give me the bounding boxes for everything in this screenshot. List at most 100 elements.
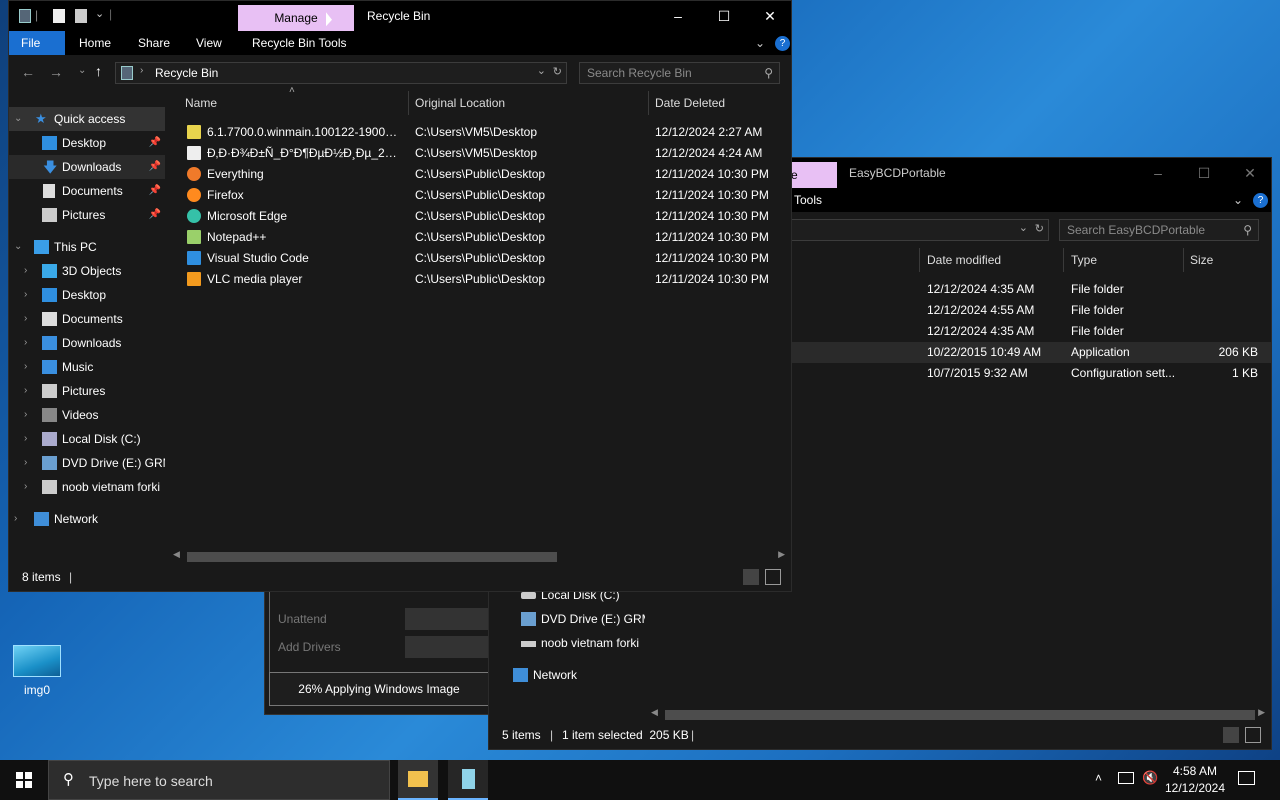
table-row[interactable]: 6.1.7700.0.winmain.100122-1900_a... C:\Us…	[167, 122, 791, 143]
volume-muted-icon[interactable]: 🔇	[1142, 770, 1158, 786]
table-row[interactable]: Microsoft Edge C:\Users\Public\Desktop 12/…	[167, 206, 791, 227]
nav-network[interactable]: Network	[489, 663, 645, 687]
pin-icon[interactable]: 📌	[149, 179, 161, 203]
up-arrow-icon[interactable]: ↑	[95, 63, 102, 79]
pin-icon[interactable]: 📌	[149, 155, 161, 179]
nav-pictures[interactable]: › Pictures	[9, 379, 165, 403]
large-icons-view-icon[interactable]	[765, 569, 781, 585]
pin-icon[interactable]: 📌	[149, 203, 161, 227]
minimize-button[interactable]: –	[655, 1, 701, 31]
nav-this-pc[interactable]: ⌄ This PC	[9, 235, 165, 259]
table-row[interactable]: Firefox C:\Users\Public\Desktop 12/11/2024…	[167, 185, 791, 206]
show-hidden-icons-icon[interactable]: ˄	[1095, 771, 1102, 785]
start-button[interactable]	[0, 760, 48, 800]
scroll-thumb[interactable]	[187, 552, 557, 562]
notifications-icon[interactable]	[1238, 771, 1255, 785]
nav-dvd-drive[interactable]: › DVD Drive (E:) GRM	[9, 451, 165, 475]
chevron-down-icon[interactable]: ⌄	[14, 235, 26, 259]
table-row[interactable]: VLC media player C:\Users\Public\Desktop 1…	[167, 269, 791, 290]
maximize-button[interactable]: ☐	[701, 1, 747, 31]
chevron-right-icon[interactable]: ›	[24, 307, 36, 331]
chevron-down-icon[interactable]: ⌄	[95, 7, 104, 20]
chevron-down-icon[interactable]: ⌄	[755, 31, 765, 55]
minimize-button[interactable]: –	[1135, 158, 1181, 188]
details-view-icon[interactable]	[1223, 727, 1239, 743]
taskbar-notepad[interactable]	[448, 760, 488, 800]
network-status-icon[interactable]	[1118, 772, 1134, 784]
tab-home[interactable]: Home	[79, 31, 111, 55]
column-size[interactable]: Size	[1190, 248, 1213, 272]
nav-qa-desktop[interactable]: Desktop 📌	[9, 131, 165, 155]
tab-share[interactable]: Share	[138, 31, 170, 55]
breadcrumb-chevron-icon[interactable]: ›	[140, 65, 143, 76]
column-original-location[interactable]: Original Location	[415, 91, 505, 115]
column-type[interactable]: Type	[1071, 248, 1097, 272]
chevron-right-icon[interactable]: ›	[24, 283, 36, 307]
close-button[interactable]: ✕	[1227, 158, 1271, 188]
tab-recycle-bin-tools[interactable]: Recycle Bin Tools	[252, 31, 347, 55]
notepad-icon[interactable]	[53, 9, 65, 23]
search-input[interactable]: Search EasyBCDPortable ⚲	[1059, 219, 1259, 241]
search-input[interactable]: Search Recycle Bin ⚲	[579, 62, 780, 84]
chevron-down-icon[interactable]: ⌄	[14, 107, 26, 131]
table-row[interactable]: Everything C:\Users\Public\Desktop 12/11/2…	[167, 164, 791, 185]
table-row[interactable]: Ð‚Ð·Ð¾Ð±Ñ_Ð°Ð¶ÐµÐ½Ð¸Ðµ_2024... C:\Users\V…	[167, 143, 791, 164]
chevron-right-icon[interactable]: ›	[14, 507, 26, 531]
nav-qa-documents[interactable]: Documents 📌	[9, 179, 165, 203]
chevron-right-icon[interactable]: ›	[24, 259, 36, 283]
refresh-icon[interactable]: ↻	[1035, 222, 1044, 235]
taskbar-search-box[interactable]: ⚲ Type here to search	[48, 760, 390, 800]
chevron-right-icon[interactable]: ›	[24, 427, 36, 451]
nav-dvd-drive[interactable]: DVD Drive (E:) GRM	[489, 607, 645, 631]
nav-videos[interactable]: › Videos	[9, 403, 165, 427]
chevron-right-icon[interactable]: ›	[24, 355, 36, 379]
nav-qa-pictures[interactable]: Pictures 📌	[9, 203, 165, 227]
nav-music[interactable]: › Music	[9, 355, 165, 379]
nav-documents[interactable]: › Documents	[9, 307, 165, 331]
pin-icon[interactable]: 📌	[149, 131, 161, 155]
chevron-down-icon[interactable]: ⌄	[537, 64, 546, 77]
unattend-field[interactable]	[405, 608, 495, 630]
chevron-right-icon[interactable]: ›	[24, 379, 36, 403]
help-icon[interactable]: ?	[1253, 193, 1268, 208]
horizontal-scrollbar[interactable]: ◀ ▶	[167, 549, 791, 563]
nav-quick-access[interactable]: ⌄ ★ Quick access	[9, 107, 165, 131]
details-view-icon[interactable]	[743, 569, 759, 585]
help-icon[interactable]: ?	[775, 36, 790, 51]
add-drivers-field[interactable]	[405, 636, 495, 658]
chevron-right-icon[interactable]: ›	[24, 331, 36, 355]
scroll-thumb[interactable]	[665, 710, 1255, 720]
properties-icon[interactable]: |	[35, 8, 38, 22]
chevron-down-icon[interactable]: ⌄	[1019, 221, 1028, 234]
nav-network-drive[interactable]: › noob vietnam forki	[9, 475, 165, 499]
recent-locations-icon[interactable]: ⌄	[78, 65, 86, 76]
table-row[interactable]: Visual Studio Code C:\Users\Public\Deskto…	[167, 248, 791, 269]
clock[interactable]: 4:58 AM 12/12/2024	[1160, 763, 1230, 797]
new-folder-icon[interactable]	[75, 9, 87, 23]
column-date-deleted[interactable]: Date Deleted	[655, 91, 725, 115]
tab-file[interactable]: File	[9, 31, 65, 55]
chevron-down-icon[interactable]: ⌄	[1233, 188, 1243, 212]
refresh-icon[interactable]: ↻	[553, 65, 562, 78]
taskbar-file-explorer[interactable]	[398, 760, 438, 800]
manage-tab[interactable]: e	[789, 162, 837, 188]
chevron-right-icon[interactable]: ›	[24, 475, 36, 499]
nav-qa-downloads[interactable]: 🡇 Downloads 📌	[9, 155, 165, 179]
address-box[interactable]: › Recycle Bin ⌄ ↻	[115, 62, 567, 84]
breadcrumb[interactable]: Recycle Bin	[155, 63, 218, 83]
progress-button[interactable]: 26% Applying Windows Image	[269, 672, 489, 706]
nav-network[interactable]: › Network	[9, 507, 165, 531]
nav-local-disk[interactable]: › Local Disk (C:)	[9, 427, 165, 451]
forward-arrow-icon[interactable]: →	[49, 64, 63, 80]
nav-network-drive[interactable]: noob vietnam forki	[489, 631, 645, 655]
table-row[interactable]: Notepad++ C:\Users\Public\Desktop 12/11/20…	[167, 227, 791, 248]
large-icons-view-icon[interactable]	[1245, 727, 1261, 743]
horizontal-scrollbar[interactable]: ◀ ▶	[645, 707, 1271, 721]
manage-tab[interactable]: Manage	[238, 5, 354, 31]
back-arrow-icon[interactable]: ←	[21, 64, 35, 80]
tab-view[interactable]: View	[196, 31, 222, 55]
nav-3d-objects[interactable]: › 3D Objects	[9, 259, 165, 283]
column-name[interactable]: Name	[185, 91, 217, 115]
nav-desktop[interactable]: › Desktop	[9, 283, 165, 307]
nav-downloads[interactable]: › Downloads	[9, 331, 165, 355]
